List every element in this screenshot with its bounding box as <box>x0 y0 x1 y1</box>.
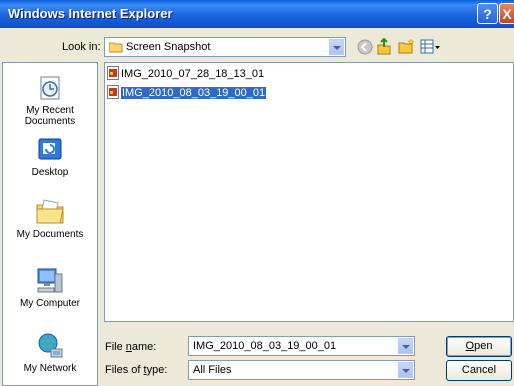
file-item[interactable]: IMG_2010_07_28_18_13_01 <box>107 66 267 81</box>
help-button[interactable]: ? <box>477 3 498 24</box>
place-label: My Computer <box>19 298 80 309</box>
look-in-label: Look in: <box>62 41 101 53</box>
recent-documents-icon <box>40 76 60 100</box>
image-file-icon <box>107 66 119 80</box>
desktop-icon <box>38 138 62 160</box>
image-file-icon <box>107 85 119 99</box>
close-button[interactable]: X <box>499 3 514 24</box>
place-label: Desktop <box>31 167 69 178</box>
place-label: My Documents <box>16 229 84 240</box>
place-recent-documents[interactable]: My Recent Documents <box>3 73 97 127</box>
window-title: Windows Internet Explorer <box>8 6 173 21</box>
place-label: My Recent <box>26 105 74 116</box>
place-my-computer[interactable]: My Computer <box>3 266 97 309</box>
place-label: My Network <box>23 363 77 374</box>
file-name-value: IMG_2010_08_03_19_00_01 <box>193 340 337 352</box>
folder-icon <box>108 41 123 56</box>
file-type-dropdown-arrow[interactable] <box>398 362 413 378</box>
look-in-combo[interactable]: Screen Snapshot <box>104 37 346 57</box>
places-bar: My Recent Documents Desktop My Documents… <box>2 62 98 386</box>
look-in-value: Screen Snapshot <box>126 41 211 53</box>
file-type-label: Files of type: <box>105 364 168 376</box>
my-documents-icon <box>36 199 64 224</box>
views-menu-icon[interactable] <box>420 39 440 58</box>
network-icon <box>38 333 63 358</box>
place-label: Documents <box>24 116 76 127</box>
back-icon[interactable] <box>357 39 373 58</box>
place-my-documents[interactable]: My Documents <box>3 195 97 240</box>
file-name-dropdown-arrow[interactable] <box>398 338 413 354</box>
place-desktop[interactable]: Desktop <box>3 135 97 178</box>
file-name: IMG_2010_07_28_18_13_01 <box>121 68 265 80</box>
my-computer-icon <box>37 268 63 293</box>
file-item-selected[interactable]: IMG_2010_08_03_19_00_01 <box>107 85 269 100</box>
file-list[interactable]: IMG_2010_07_28_18_13_01 IMG_2010_08_03_1… <box>104 62 514 322</box>
file-name: IMG_2010_08_03_19_00_01 <box>121 87 267 99</box>
new-folder-icon[interactable] <box>398 38 415 58</box>
open-button[interactable]: Open <box>446 336 512 357</box>
file-type-value: All Files <box>193 364 232 376</box>
file-type-combo[interactable]: All Files <box>188 360 415 380</box>
title-bar[interactable]: Windows Internet Explorer ? X <box>0 0 514 28</box>
up-folder-icon[interactable] <box>376 37 392 58</box>
place-my-network[interactable]: My Network <box>3 331 97 374</box>
cancel-button[interactable]: Cancel <box>446 360 512 381</box>
file-name-combo[interactable]: IMG_2010_08_03_19_00_01 <box>188 336 415 356</box>
look-in-dropdown-arrow[interactable] <box>329 39 344 55</box>
file-name-label: File name: <box>105 341 157 353</box>
